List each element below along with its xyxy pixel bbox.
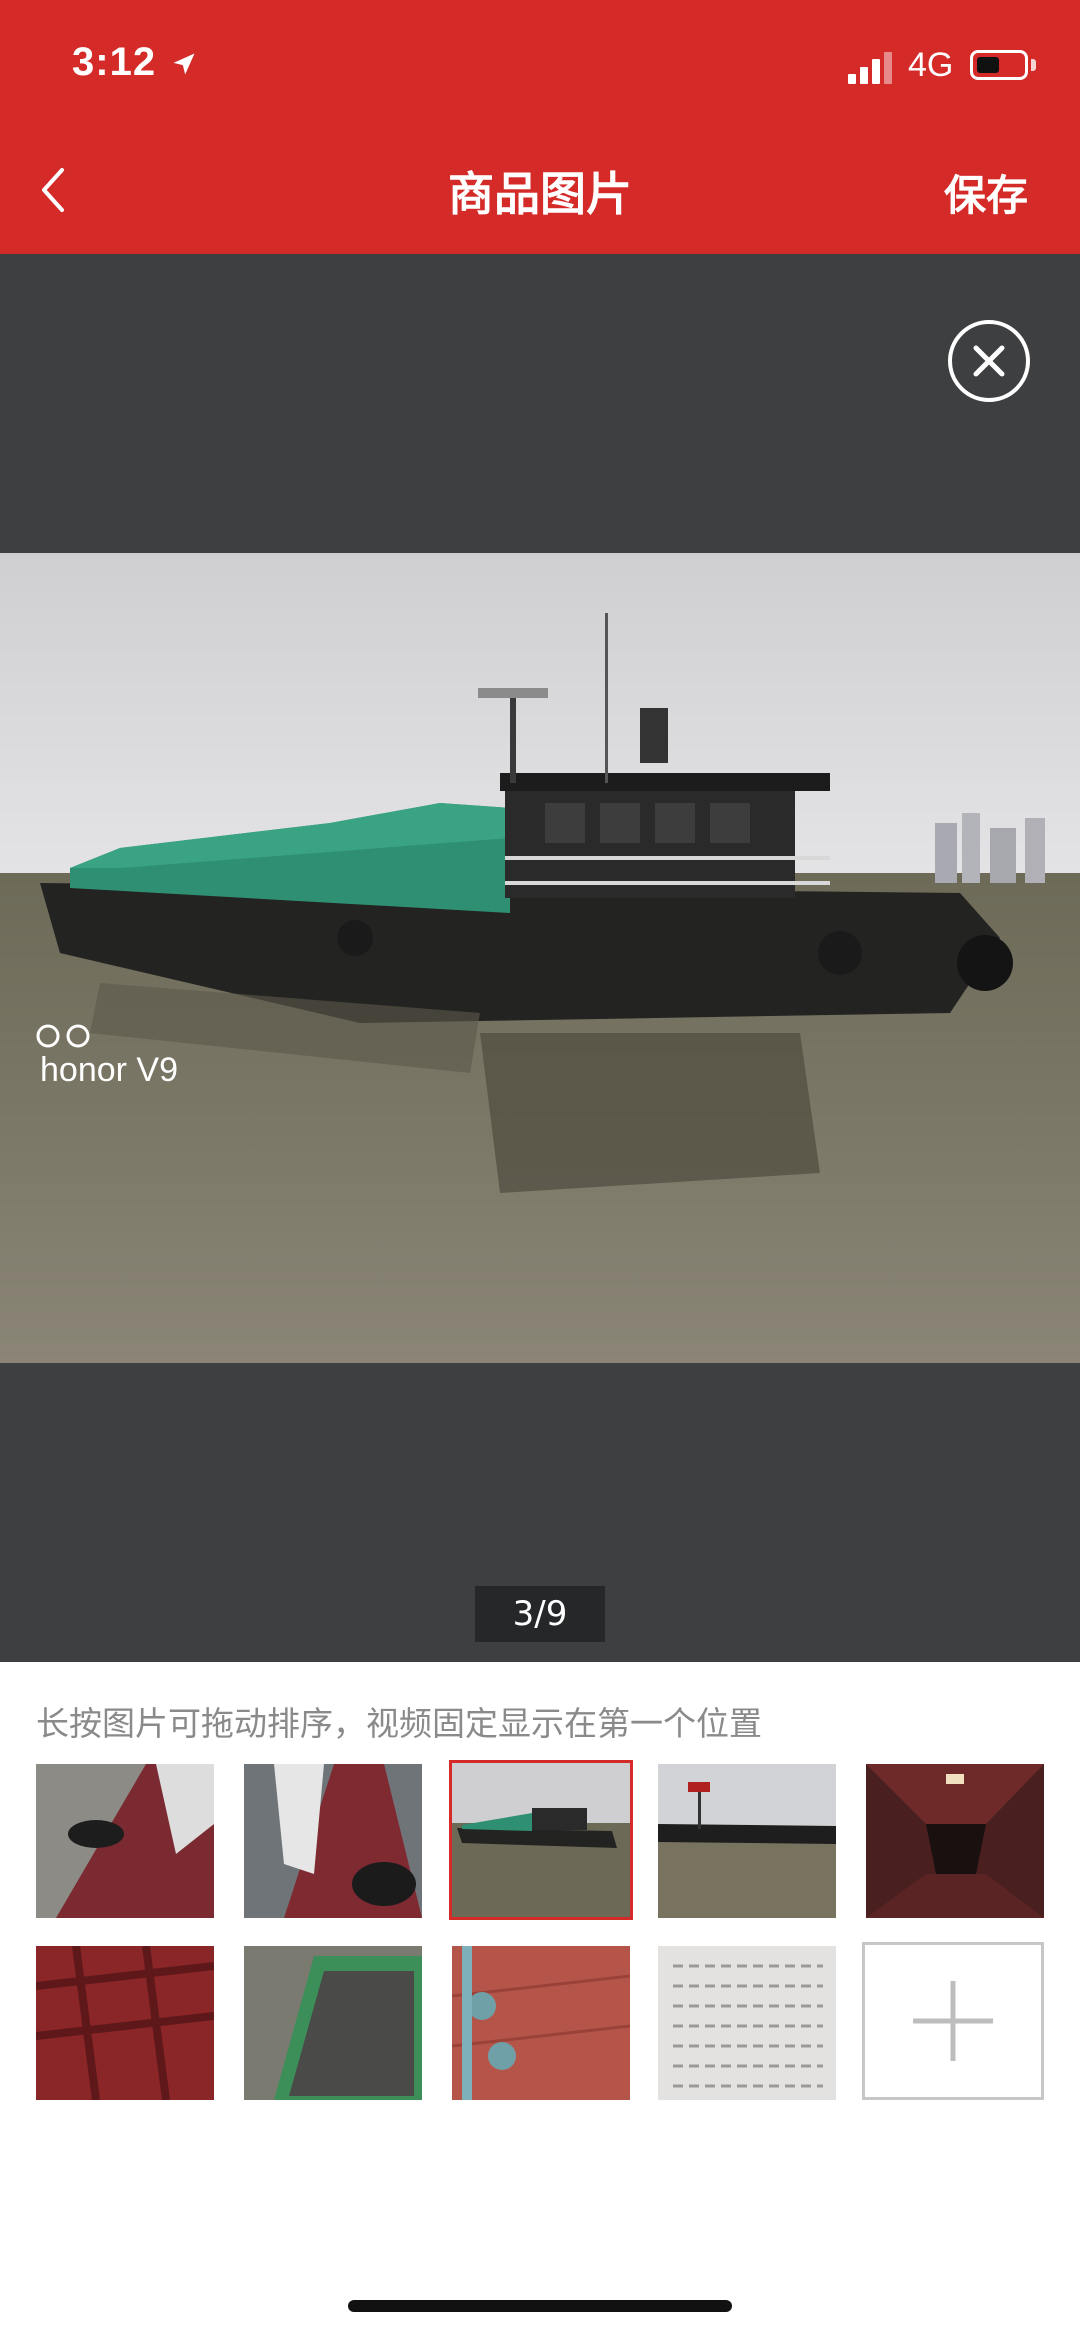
status-time: 3:12 xyxy=(72,40,157,84)
main-photo[interactable]: honor V9 xyxy=(0,553,1080,1363)
battery-icon xyxy=(970,50,1028,80)
thumbnail-6[interactable] xyxy=(36,1946,214,2100)
signal-icon xyxy=(848,50,896,84)
network-type: 4G xyxy=(908,46,954,84)
thumbnail-9[interactable] xyxy=(658,1946,836,2100)
thumbnail-5[interactable] xyxy=(866,1764,1044,1918)
location-arrow-icon xyxy=(173,53,195,75)
page-title: 商品图片 xyxy=(448,167,632,221)
thumbnail-4[interactable] xyxy=(658,1764,836,1918)
thumbnail-8[interactable] xyxy=(452,1946,630,2100)
close-icon[interactable] xyxy=(948,320,1030,402)
thumbnail-3-selected[interactable] xyxy=(449,1760,633,1920)
thumbnail-7[interactable] xyxy=(244,1946,422,2100)
home-indicator[interactable] xyxy=(348,2300,732,2312)
header: 3:12 4G 商品图片 保存 xyxy=(0,0,1080,254)
thumbnail-1[interactable] xyxy=(36,1764,214,1918)
thumbnail-2[interactable] xyxy=(244,1764,422,1918)
camera-watermark: honor V9 xyxy=(40,1051,178,1089)
image-counter: 3/9 xyxy=(475,1586,605,1642)
save-button[interactable]: 保存 xyxy=(944,162,1028,223)
add-photo-button[interactable] xyxy=(862,1942,1044,2100)
sort-hint: 长按图片可拖动排序，视频固定显示在第一个位置 xyxy=(36,1704,762,1743)
